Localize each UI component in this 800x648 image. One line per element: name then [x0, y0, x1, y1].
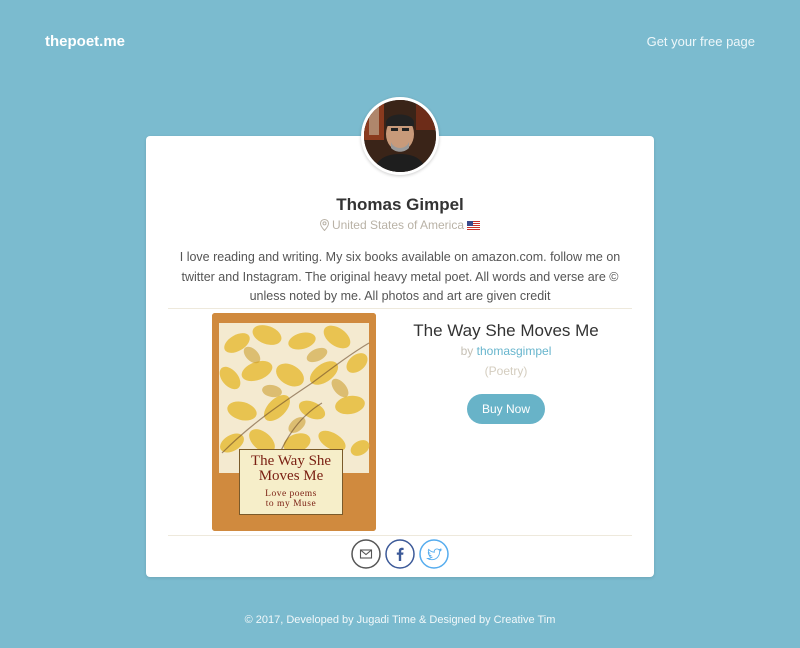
buy-now-button[interactable]: Buy Now — [467, 394, 545, 424]
book-title[interactable]: The Way She Moves Me — [378, 321, 634, 341]
brand-logo[interactable]: thepoet.me — [45, 33, 125, 50]
us-flag-icon — [467, 219, 481, 230]
profile-name: Thomas Gimpel — [336, 195, 464, 214]
book-author-line: by thomasgimpel — [460, 344, 552, 358]
profile-card: Thomas Gimpel United States of America I… — [146, 136, 654, 577]
twitter-button[interactable] — [419, 539, 449, 569]
avatar[interactable] — [361, 97, 439, 175]
facebook-button[interactable] — [385, 539, 415, 569]
twitter-icon — [419, 539, 449, 569]
divider — [168, 535, 632, 536]
get-free-page-link[interactable]: Get your free page — [647, 34, 755, 49]
location-text: United States of America — [331, 218, 465, 232]
social-links — [146, 539, 654, 569]
cover-subtitle: Love poems to my Muse — [265, 489, 317, 509]
envelope-icon — [351, 539, 381, 569]
cover-title: The Way She Moves Me — [250, 453, 332, 484]
map-pin-icon — [319, 218, 329, 234]
cover-title-box: The Way She Moves Me Love poems to my Muse — [239, 449, 343, 515]
book-genre: (Poetry) — [484, 364, 528, 378]
facebook-icon — [385, 539, 415, 569]
profile-location: United States of America — [146, 218, 654, 234]
user-photo — [364, 100, 436, 172]
book-cover[interactable]: The Way She Moves Me Love poems to my Muse — [212, 313, 376, 531]
profile-bio: I love reading and writing. My six books… — [179, 250, 621, 303]
email-button[interactable] — [351, 539, 381, 569]
author-link[interactable]: thomasgimpel — [477, 344, 552, 358]
divider — [168, 308, 632, 309]
footer-credit: © 2017, Developed by Jugadi Time & Desig… — [244, 614, 556, 626]
